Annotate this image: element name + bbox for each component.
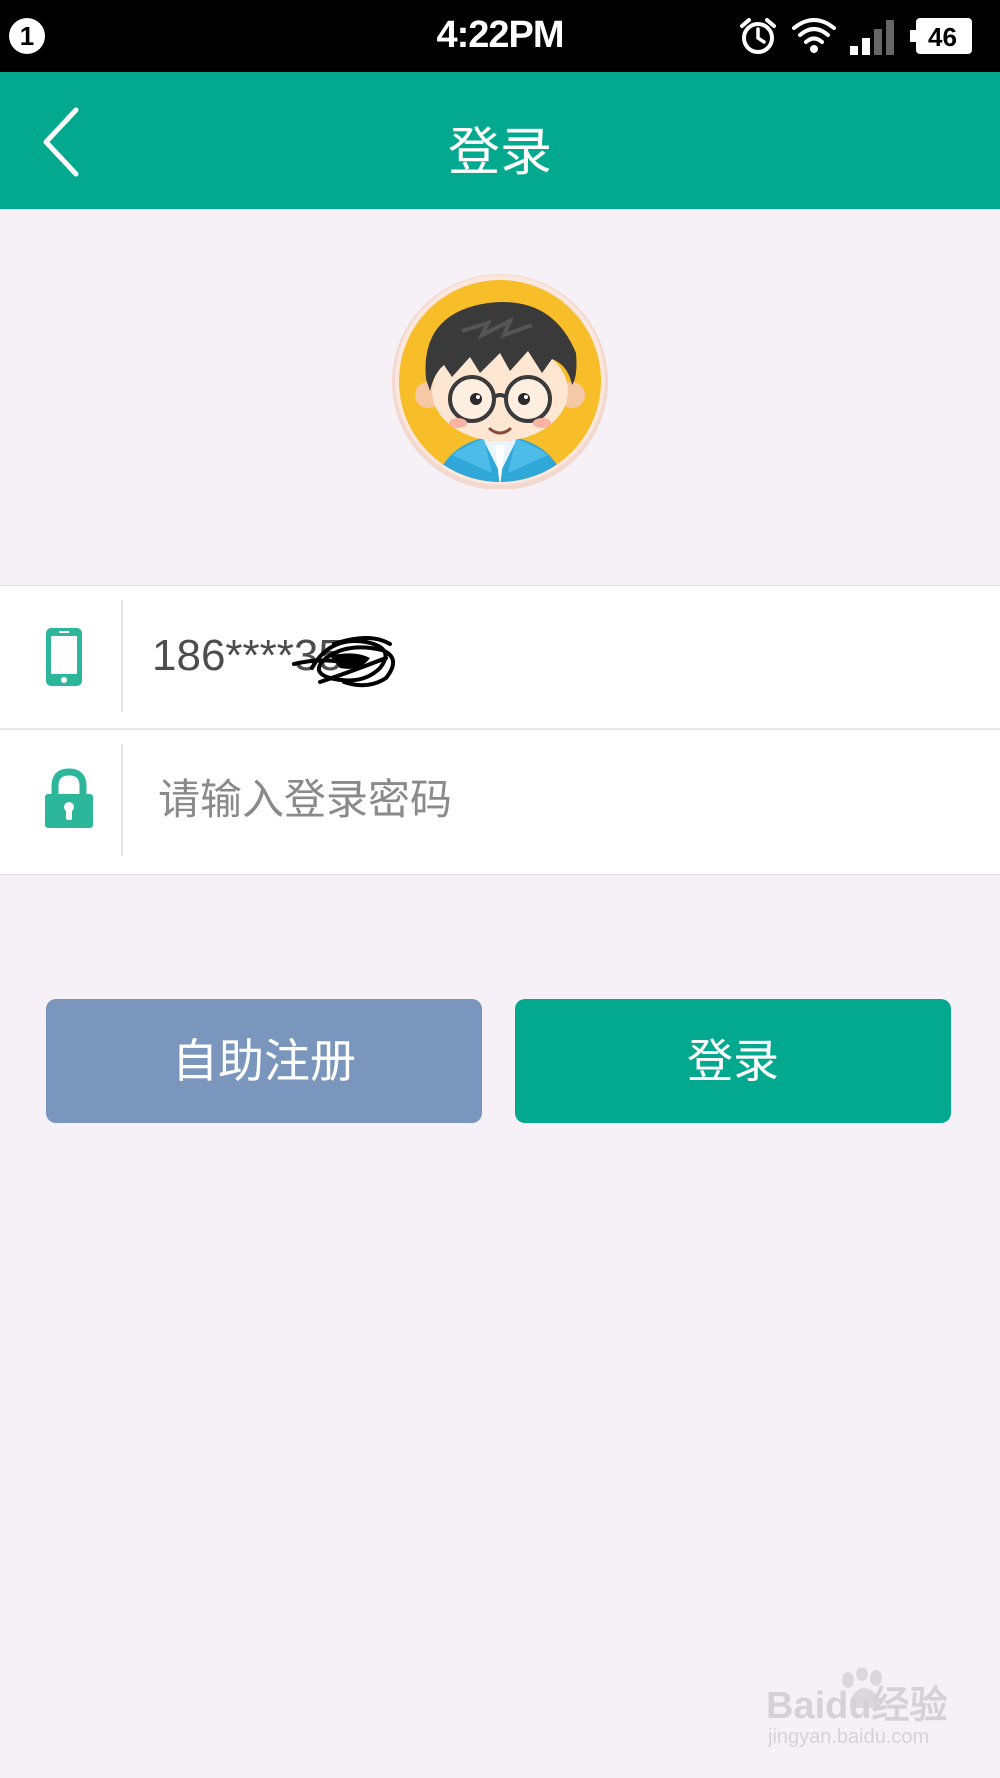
signal-icon: [850, 20, 894, 55]
mobile-phone-icon: [46, 628, 82, 686]
password-row: [0, 730, 1000, 872]
login-page: 1 4:22PM 46 登录 186****35 自助注册 登录 Baidu经验…: [0, 0, 1000, 1778]
field-separator: [121, 744, 123, 856]
field-separator: [121, 600, 123, 712]
wifi-icon: [792, 18, 836, 53]
status-icons: 46: [738, 14, 988, 58]
battery-level: 46: [928, 22, 957, 52]
password-input[interactable]: [158, 764, 958, 836]
lock-icon: [45, 768, 93, 828]
login-button[interactable]: 登录: [515, 999, 951, 1123]
app-header: 登录: [0, 72, 1000, 209]
page-title: 登录: [447, 123, 552, 183]
battery-icon: 46: [910, 16, 974, 56]
watermark-brand: Baidu经验: [766, 1685, 948, 1727]
login-form: [0, 585, 1000, 875]
baidu-watermark: Baidu经验 jingyan.baidu.com: [766, 1668, 976, 1760]
avatar: [392, 274, 608, 489]
phone-row: [0, 586, 1000, 728]
phone-input[interactable]: [152, 620, 952, 692]
register-button[interactable]: 自助注册: [46, 999, 482, 1123]
watermark-url: jingyan.baidu.com: [768, 1726, 930, 1748]
alarm-icon: [740, 18, 776, 54]
status-bar: 1 4:22PM 46: [0, 0, 1000, 72]
